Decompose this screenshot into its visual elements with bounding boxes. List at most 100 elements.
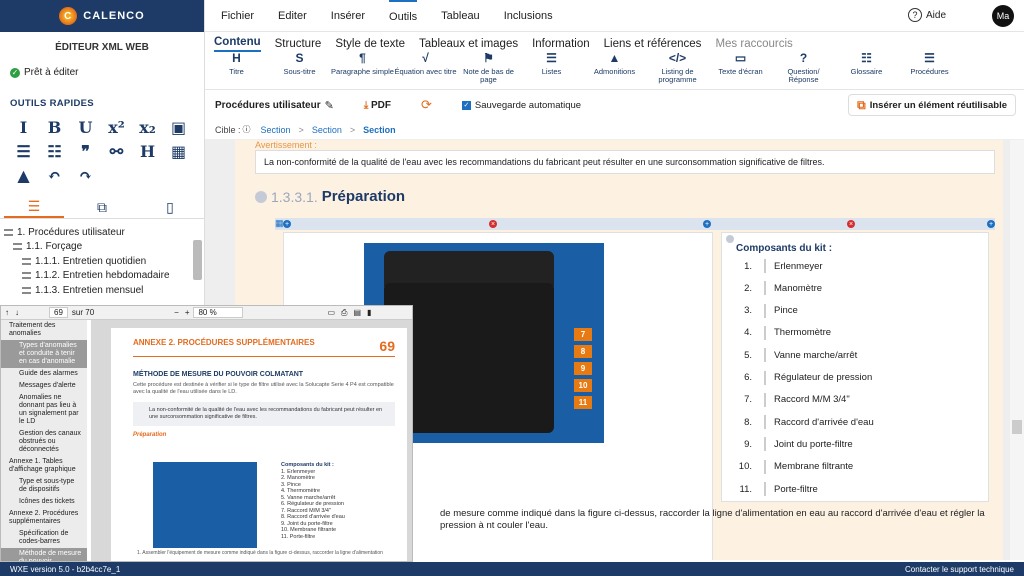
component-item[interactable]: 3. Pince — [732, 300, 982, 322]
pdf-outline-item[interactable]: Gestion des canaux obstrués ou déconnect… — [1, 428, 87, 456]
component-item[interactable]: 8. Raccord d'arrivée d'eau — [732, 411, 982, 433]
component-item[interactable]: 10. Membrane filtrante — [732, 456, 982, 478]
toolbar-question-button[interactable]: ? Question/ Réponse — [772, 52, 835, 89]
bold-icon[interactable]: B — [39, 117, 70, 137]
avatar[interactable]: Ma — [992, 5, 1014, 27]
component-item[interactable]: 9. Joint du porte-filtre — [732, 433, 982, 455]
tab-5[interactable]: Liens et références — [604, 38, 702, 52]
zoom-out-icon[interactable]: − — [174, 308, 179, 317]
tab-4[interactable]: Information — [532, 38, 590, 52]
comments-icon[interactable]: ⧉ — [72, 197, 132, 218]
fullscreen-icon[interactable]: ▭ — [327, 308, 335, 317]
autosave-checkbox[interactable]: ✓ Sauvegarde automatique — [461, 100, 581, 111]
component-item[interactable]: 2. Manomètre — [732, 277, 982, 299]
tree-item[interactable]: 1.1.2. Entretien hebdomadaire — [4, 269, 204, 284]
subscript-icon[interactable]: x₂ — [132, 117, 163, 137]
toolbar-equation-button[interactable]: √ Équation avec titre — [394, 52, 457, 89]
toolbar-list-button[interactable]: ☰ Listes — [520, 52, 583, 89]
tab-6[interactable]: Mes raccourcis — [715, 38, 792, 52]
breadcrumb-item[interactable]: Section — [261, 125, 291, 135]
pdf-outline-item[interactable]: Méthode de mesure du pouvoir colmatant — [1, 548, 87, 561]
quote-icon[interactable]: ❞ — [70, 141, 101, 161]
list-icon[interactable]: ☰ — [4, 197, 64, 218]
breadcrumb-item[interactable]: Section — [363, 125, 396, 135]
italic-icon[interactable]: I — [8, 117, 39, 137]
component-item[interactable]: 11. Porte-filtre — [732, 478, 982, 500]
heading-icon[interactable]: H — [132, 141, 163, 161]
toolbar-paragraph-button[interactable]: ¶ Paragraphe simple — [331, 52, 394, 89]
table-icon[interactable]: ▦ — [275, 218, 284, 229]
component-item[interactable]: 7. Raccord M/M 3/4" — [732, 389, 982, 411]
component-item[interactable]: 4. Thermomètre — [732, 322, 982, 344]
toolbar-code-button[interactable]: </> Listing de programme — [646, 52, 709, 89]
document-scrollbar[interactable] — [1010, 140, 1024, 560]
breadcrumb-item[interactable]: Section — [312, 125, 342, 135]
numbered-list-icon[interactable]: ☷ — [39, 141, 70, 161]
underline-icon[interactable]: U — [70, 117, 101, 137]
procedure-paragraph[interactable]: de mesure comme indiqué dans la figure c… — [440, 508, 1000, 532]
pdf-outline-item[interactable]: Traitement des anomalies — [1, 320, 87, 340]
help-button[interactable]: ? Aide — [907, 8, 946, 22]
folder-icon[interactable]: ▤ — [353, 308, 361, 317]
menu-outils[interactable]: Outils — [389, 0, 418, 32]
toolbar-glossary-button[interactable]: ☷ Glossaire — [835, 52, 898, 89]
pdf-outline-item[interactable]: Messages d'alerte — [1, 380, 87, 392]
zoom-select[interactable]: 80 % — [193, 307, 244, 318]
superscript-icon[interactable]: x² — [101, 117, 132, 137]
tree-item[interactable]: 1.1.3. Entretien mensuel — [4, 283, 204, 298]
pdf-outline-item[interactable]: Spécification de codes-barres — [1, 528, 87, 548]
pdf-outline-item[interactable]: Annexe 1. Tables d'affichage graphique — [1, 456, 87, 476]
link-icon[interactable]: ⚯ — [101, 141, 132, 161]
add-column-icon[interactable]: + — [987, 220, 995, 228]
toolbar-screen-button[interactable]: ▭ Texte d'écran — [709, 52, 772, 89]
pdf-outline-item[interactable]: Type et sous-type de dispositifs — [1, 476, 87, 496]
undo-icon[interactable]: ↶ — [39, 165, 70, 185]
tree-scrollbar[interactable] — [193, 240, 202, 280]
tab-0[interactable]: Contenu — [214, 36, 261, 52]
table-icon[interactable]: ▦ — [163, 141, 194, 161]
menu-inclusions[interactable]: Inclusions — [504, 0, 553, 32]
components-cell[interactable]: Composants du kit : 1. Erlenmeyer 2. Manomè… — [721, 232, 989, 502]
toolbar-heading-button[interactable]: H Titre — [205, 52, 268, 89]
zoom-in-icon[interactable]: + — [185, 308, 190, 317]
section-heading[interactable]: 1.3.3.1. Préparation — [255, 188, 405, 205]
pdf-outline-item[interactable]: Guide des alarmes — [1, 368, 87, 380]
toolbar-warning-button[interactable]: ▲ Admonitions — [583, 52, 646, 89]
collapse-icon[interactable] — [726, 235, 734, 243]
component-item[interactable]: 6. Régulateur de pression — [732, 367, 982, 389]
pdf-outline-item[interactable]: Types d'anomalies et conduite à tenir en… — [1, 340, 87, 368]
delete-column-icon[interactable]: × — [489, 220, 497, 228]
pdf-button[interactable]: ⤓ PDF — [364, 100, 391, 111]
up-icon[interactable]: ↑ — [5, 308, 9, 317]
pdf-outline-item[interactable]: Anomalies ne donnant pas lieu à un signa… — [1, 392, 87, 428]
tab-2[interactable]: Style de texte — [335, 38, 405, 52]
refresh-icon[interactable]: ⟳ — [421, 97, 432, 113]
add-column-icon[interactable]: + — [703, 220, 711, 228]
bookmark-icon[interactable]: ▯ — [140, 197, 200, 218]
toolbar-subtitle-button[interactable]: S Sous-titre — [268, 52, 331, 89]
pdf-outline-item[interactable]: Icônes des tickets — [1, 496, 87, 508]
page-number-input[interactable]: 69 — [49, 307, 68, 318]
tab-1[interactable]: Structure — [275, 38, 322, 52]
tab-3[interactable]: Tableaux et images — [419, 38, 518, 52]
component-item[interactable]: 5. Vanne marche/arrêt — [732, 344, 982, 366]
edit-title-icon[interactable]: ✎ — [325, 99, 334, 112]
menu-fichier[interactable]: Fichier — [221, 0, 254, 32]
redo-icon[interactable]: ↷ — [70, 165, 101, 185]
toolbar-footnote-button[interactable]: ⚑ Note de bas de page — [457, 52, 520, 89]
tree-item[interactable]: 1.1.1. Entretien quotidien — [4, 254, 204, 269]
delete-column-icon[interactable]: × — [847, 220, 855, 228]
menu-insérer[interactable]: Insérer — [331, 0, 365, 32]
down-icon[interactable]: ↓ — [15, 308, 19, 317]
tree-item[interactable]: 1. Procédures utilisateur — [4, 225, 204, 240]
warning-box[interactable]: La non-conformité de la qualité de l'eau… — [255, 150, 995, 174]
tree-item[interactable]: 1.1. Forçage — [4, 240, 204, 255]
scroll-thumb[interactable] — [1012, 420, 1022, 434]
print-icon[interactable]: ⎙ — [341, 308, 347, 318]
add-column-icon[interactable]: + — [283, 220, 291, 228]
insert-reusable-button[interactable]: ⧉ Insérer un élément réutilisable — [848, 94, 1016, 116]
warning-icon[interactable]: ▲ — [8, 165, 39, 185]
component-item[interactable]: 1. Erlenmeyer — [732, 255, 982, 277]
support-link[interactable]: Contacter le support technique — [905, 565, 1014, 574]
toolbar-procedure-button[interactable]: ☰ Procédures — [898, 52, 961, 89]
